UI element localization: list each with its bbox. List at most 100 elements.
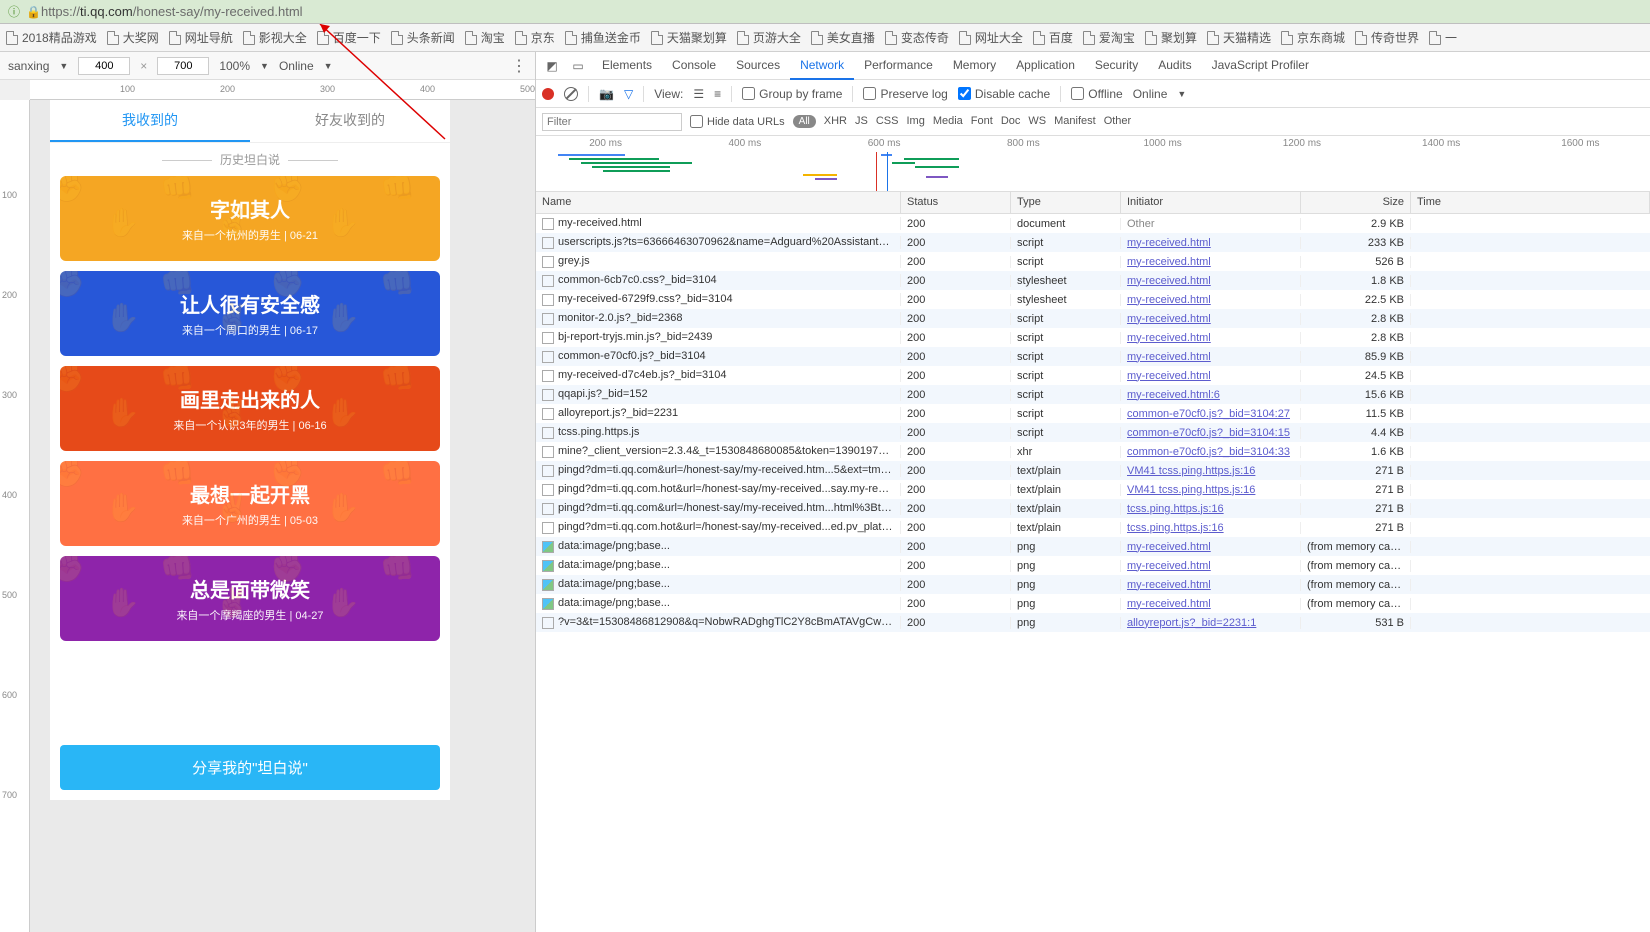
tab-received[interactable]: 我收到的	[50, 100, 250, 142]
network-row[interactable]: my-received.html200documentOther2.9 KB	[536, 214, 1650, 233]
devtools-tab[interactable]: Elements	[592, 52, 662, 80]
network-row[interactable]: my-received-6729f9.css?_bid=3104200style…	[536, 290, 1650, 309]
bookmark-item[interactable]: 网址大全	[959, 29, 1023, 46]
network-row[interactable]: ?v=3&t=15308486812908&q=NobwRADghgTlC2Y8…	[536, 613, 1650, 632]
camera-icon[interactable]: 📷	[599, 87, 614, 101]
filter-input[interactable]	[542, 113, 682, 131]
filter-type[interactable]: Other	[1104, 115, 1132, 128]
network-row[interactable]: alloyreport.js?_bid=2231200scriptcommon-…	[536, 404, 1650, 423]
filter-type[interactable]: Font	[971, 115, 993, 128]
filter-type[interactable]: JS	[855, 115, 868, 128]
devtools-tab[interactable]: Console	[662, 52, 726, 80]
filter-type[interactable]: CSS	[876, 115, 899, 128]
devtools-tab[interactable]: Sources	[726, 52, 790, 80]
overview-icon[interactable]: ≡	[714, 87, 721, 101]
share-button[interactable]: 分享我的"坦白说"	[60, 745, 440, 790]
bookmark-item[interactable]: 天猫精选	[1207, 29, 1271, 46]
bookmark-item[interactable]: 京东商城	[1281, 29, 1345, 46]
network-row[interactable]: grey.js200scriptmy-received.html526 B	[536, 252, 1650, 271]
col-status[interactable]: Status	[901, 192, 1011, 213]
network-row[interactable]: bj-report-tryjs.min.js?_bid=2439200scrip…	[536, 328, 1650, 347]
bookmark-item[interactable]: 头条新闻	[391, 29, 455, 46]
confession-card[interactable]: ✊✋👊✌✊✋👊✌总是面带微笑来自一个摩羯座的男生 | 04-27	[60, 556, 440, 641]
throttle-select[interactable]: Online	[279, 59, 314, 73]
bookmark-item[interactable]: 爱淘宝	[1083, 29, 1135, 46]
bookmark-item[interactable]: 变态传奇	[885, 29, 949, 46]
col-initiator[interactable]: Initiator	[1121, 192, 1301, 213]
network-row[interactable]: my-received-d7c4eb.js?_bid=3104200script…	[536, 366, 1650, 385]
network-row[interactable]: tcss.ping.https.js200scriptcommon-e70cf0…	[536, 423, 1650, 442]
chevron-down-icon[interactable]: ▼	[260, 61, 269, 71]
filter-type[interactable]: Img	[906, 115, 924, 128]
col-name[interactable]: Name	[536, 192, 901, 213]
large-rows-icon[interactable]: ☰	[693, 87, 704, 101]
filter-type[interactable]: Media	[933, 115, 963, 128]
devtools-tab[interactable]: Audits	[1148, 52, 1201, 80]
bookmark-item[interactable]: 淘宝	[465, 29, 505, 46]
tab-friends[interactable]: 好友收到的	[250, 100, 450, 142]
network-row[interactable]: data:image/png;base...200pngmy-received.…	[536, 556, 1650, 575]
network-row[interactable]: data:image/png;base...200pngmy-received.…	[536, 575, 1650, 594]
bookmark-item[interactable]: 聚划算	[1145, 29, 1197, 46]
col-size[interactable]: Size	[1301, 192, 1411, 213]
throttle-select[interactable]: Online	[1133, 87, 1168, 101]
network-row[interactable]: pingd?dm=ti.qq.com.hot&url=/honest-say/m…	[536, 518, 1650, 537]
col-time[interactable]: Time	[1411, 192, 1650, 213]
confession-card[interactable]: ✊✋👊✌✊✋👊✌画里走出来的人来自一个认识3年的男生 | 06-16	[60, 366, 440, 451]
zoom-select[interactable]: 100%	[219, 59, 250, 73]
clear-icon[interactable]	[564, 87, 578, 101]
width-input[interactable]	[78, 57, 130, 75]
chevron-down-icon[interactable]: ▼	[59, 61, 68, 71]
devtools-tab[interactable]: Application	[1006, 52, 1085, 80]
bookmark-item[interactable]: 美女直播	[811, 29, 875, 46]
waterfall-overview[interactable]: 200 ms400 ms600 ms800 ms1000 ms1200 ms14…	[536, 136, 1650, 192]
chevron-down-icon[interactable]: ▼	[1177, 89, 1186, 99]
filter-type[interactable]: All	[793, 115, 816, 128]
network-row[interactable]: common-e70cf0.js?_bid=3104200scriptmy-re…	[536, 347, 1650, 366]
bookmark-item[interactable]: 影视大全	[243, 29, 307, 46]
device-name[interactable]: sanxing	[8, 59, 49, 73]
devtools-tab[interactable]: JavaScript Profiler	[1202, 52, 1319, 80]
bookmark-item[interactable]: 传奇世界	[1355, 29, 1419, 46]
more-icon[interactable]: ⋮	[511, 56, 527, 76]
device-toggle-icon[interactable]: ▭	[566, 54, 590, 78]
network-row[interactable]: mine?_client_version=2.3.4&_t=1530848680…	[536, 442, 1650, 461]
address-bar[interactable]: ⓘ 🔒 https://ti.qq.com/honest-say/my-rece…	[0, 0, 1650, 24]
network-row[interactable]: data:image/png;base...200pngmy-received.…	[536, 537, 1650, 556]
bookmark-item[interactable]: 捕鱼送金币	[565, 29, 641, 46]
height-input[interactable]	[157, 57, 209, 75]
hide-data-urls-checkbox[interactable]: Hide data URLs	[690, 115, 785, 128]
bookmark-item[interactable]: 天猫聚划算	[651, 29, 727, 46]
network-row[interactable]: pingd?dm=ti.qq.com.hot&url=/honest-say/m…	[536, 480, 1650, 499]
disable-cache-checkbox[interactable]: Disable cache	[958, 87, 1050, 101]
confession-card[interactable]: ✊✋👊✌✊✋👊✌让人很有安全感来自一个周口的男生 | 06-17	[60, 271, 440, 356]
confession-card[interactable]: ✊✋👊✌✊✋👊✌字如其人来自一个杭州的男生 | 06-21	[60, 176, 440, 261]
record-icon[interactable]	[542, 88, 554, 100]
filter-type[interactable]: Doc	[1001, 115, 1021, 128]
bookmark-item[interactable]: 百度	[1033, 29, 1073, 46]
devtools-tab[interactable]: Security	[1085, 52, 1148, 80]
filter-type[interactable]: WS	[1028, 115, 1046, 128]
bookmark-item[interactable]: 网址导航	[169, 29, 233, 46]
preserve-log-checkbox[interactable]: Preserve log	[863, 87, 947, 101]
network-row[interactable]: common-6cb7c0.css?_bid=3104200stylesheet…	[536, 271, 1650, 290]
bookmark-item[interactable]: 京东	[515, 29, 555, 46]
offline-checkbox[interactable]: Offline	[1071, 87, 1122, 101]
bookmark-item[interactable]: 大奖网	[107, 29, 159, 46]
network-row[interactable]: data:image/png;base...200pngmy-received.…	[536, 594, 1650, 613]
group-by-frame-checkbox[interactable]: Group by frame	[742, 87, 842, 101]
devtools-tab[interactable]: Memory	[943, 52, 1006, 80]
filter-type[interactable]: Manifest	[1054, 115, 1096, 128]
network-row[interactable]: userscripts.js?ts=63666463070962&name=Ad…	[536, 233, 1650, 252]
col-type[interactable]: Type	[1011, 192, 1121, 213]
network-row[interactable]: monitor-2.0.js?_bid=2368200scriptmy-rece…	[536, 309, 1650, 328]
devtools-tab[interactable]: Network	[790, 52, 854, 80]
bookmark-item[interactable]: 百度一下	[317, 29, 381, 46]
network-row[interactable]: pingd?dm=ti.qq.com&url=/honest-say/my-re…	[536, 499, 1650, 518]
filter-type[interactable]: XHR	[824, 115, 847, 128]
network-row[interactable]: pingd?dm=ti.qq.com&url=/honest-say/my-re…	[536, 461, 1650, 480]
filter-icon[interactable]: ▽	[624, 87, 633, 101]
confession-card[interactable]: ✊✋👊✌✊✋👊✌最想一起开黑来自一个广州的男生 | 05-03	[60, 461, 440, 546]
inspect-icon[interactable]: ◩	[540, 54, 564, 78]
network-row[interactable]: qqapi.js?_bid=152200scriptmy-received.ht…	[536, 385, 1650, 404]
